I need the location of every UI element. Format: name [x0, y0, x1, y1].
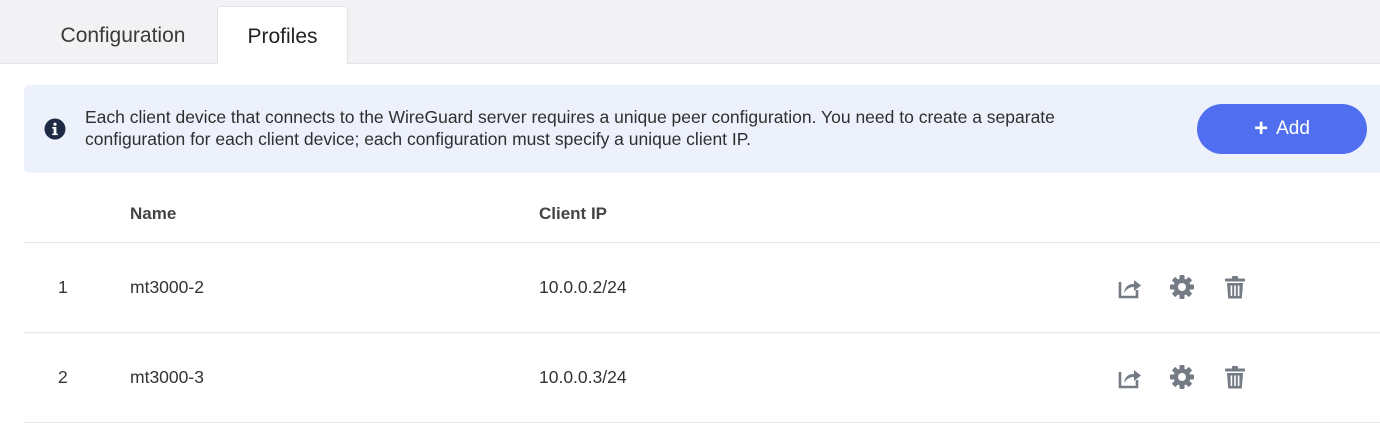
info-message-line-1: Each client device that connects to the …	[85, 107, 1055, 127]
info-banner: Each client device that connects to the …	[24, 85, 1380, 173]
row-name: mt3000-2	[130, 277, 204, 297]
gear-icon[interactable]	[1168, 363, 1196, 391]
column-header-client-ip: Client IP	[539, 204, 608, 223]
row-client-ip: 10.0.0.3/24	[539, 367, 627, 387]
trash-icon[interactable]	[1221, 273, 1249, 301]
export-icon[interactable]	[1116, 363, 1144, 391]
info-message-line-2: configuration for each client device; ea…	[85, 129, 752, 149]
trash-icon[interactable]	[1221, 363, 1249, 391]
tab-configuration[interactable]: Configuration	[30, 6, 216, 65]
gear-icon[interactable]	[1168, 273, 1196, 301]
row-index: 2	[58, 367, 68, 387]
table-row: 2 mt3000-3 10.0.0.3/24	[24, 333, 1380, 423]
info-message: Each client device that connects to the …	[85, 106, 1175, 150]
tab-profiles[interactable]: Profiles	[217, 6, 348, 65]
info-icon	[44, 118, 66, 140]
table-row: 1 mt3000-2 10.0.0.2/24	[24, 243, 1380, 333]
profiles-table: Name Client IP 1 mt3000-2 10.0.0.2/24 2 …	[24, 186, 1380, 423]
plus-icon: +	[1254, 115, 1269, 142]
row-name: mt3000-3	[130, 367, 204, 387]
export-icon[interactable]	[1116, 273, 1144, 301]
tab-bar: Configuration Profiles	[0, 0, 1380, 65]
row-index: 1	[58, 277, 68, 297]
row-client-ip: 10.0.0.2/24	[539, 277, 627, 297]
table-header: Name Client IP	[24, 186, 1380, 243]
add-button-label: Add	[1276, 118, 1310, 139]
column-header-name: Name	[130, 204, 177, 223]
add-button[interactable]: + Add	[1197, 104, 1367, 154]
